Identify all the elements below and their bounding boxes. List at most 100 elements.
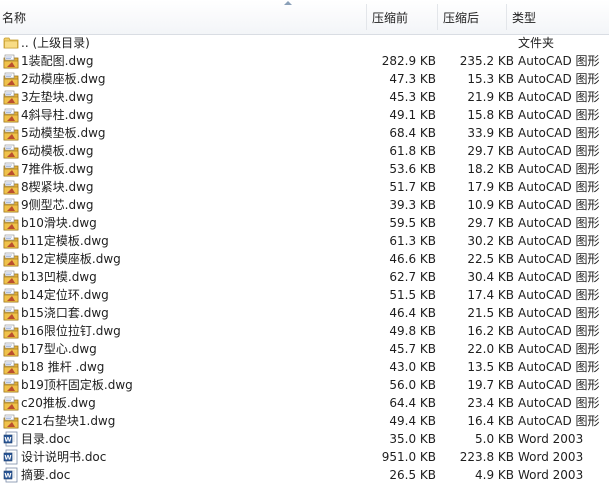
table-row[interactable]: b11定模板.dwg 61.3 KB 30.2 KB AutoCAD 图形 [0,232,609,250]
file-name: 5动模垫板.dwg [21,126,106,140]
compressed-size: 18.2 KB [467,162,514,176]
file-name: b14定位环.dwg [21,288,109,302]
original-size: 61.8 KB [389,144,436,158]
table-row[interactable]: 4斜导柱.dwg 49.1 KB 15.8 KB AutoCAD 图形 [0,106,609,124]
file-type: AutoCAD 图形 [518,378,600,392]
dwg-file-icon [3,143,19,159]
table-row[interactable]: 9侧型芯.dwg 39.3 KB 10.9 KB AutoCAD 图形 [0,196,609,214]
dwg-file-icon [3,89,19,105]
dwg-file-icon [3,413,19,429]
table-row[interactable]: W 摘要.doc 26.5 KB 4.9 KB Word 2003 [0,466,609,484]
svg-text:W: W [4,436,11,444]
file-type: Word 2003 [518,450,584,464]
dwg-file-icon [3,125,19,141]
column-divider[interactable] [506,4,507,30]
table-row[interactable]: b15浇口套.dwg 46.4 KB 21.5 KB AutoCAD 图形 [0,304,609,322]
table-row[interactable]: b12定模座板.dwg 46.6 KB 22.5 KB AutoCAD 图形 [0,250,609,268]
table-row[interactable]: W 目录.doc 35.0 KB 5.0 KB Word 2003 [0,430,609,448]
column-header-original-size[interactable]: 压缩前 [372,10,408,26]
file-name: b19顶杆固定板.dwg [21,378,133,392]
table-row[interactable]: b17型心.dwg 45.7 KB 22.0 KB AutoCAD 图形 [0,340,609,358]
file-type: AutoCAD 图形 [518,180,600,194]
table-row[interactable]: 3左垫块.dwg 45.3 KB 21.9 KB AutoCAD 图形 [0,88,609,106]
file-name: b16限位拉钉.dwg [21,324,121,338]
compressed-size: 235.2 KB [459,54,514,68]
file-name: b18 推杆 .dwg [21,360,105,374]
table-row[interactable]: b10滑块.dwg 59.5 KB 29.7 KB AutoCAD 图形 [0,214,609,232]
dwg-file-icon [3,197,19,213]
file-type: AutoCAD 图形 [518,234,600,248]
file-name: b11定模板.dwg [21,234,109,248]
dwg-file-icon [3,233,19,249]
dwg-file-icon [3,251,19,267]
table-row[interactable]: b18 推杆 .dwg 43.0 KB 13.5 KB AutoCAD 图形 [0,358,609,376]
original-size: 45.3 KB [389,90,436,104]
dwg-file-icon [3,395,19,411]
file-name: 8楔紧块.dwg [21,180,94,194]
compressed-size: 17.9 KB [467,180,514,194]
file-type: AutoCAD 图形 [518,396,600,410]
dwg-file-icon [3,323,19,339]
original-size: 51.5 KB [389,288,436,302]
column-divider[interactable] [437,4,438,30]
column-header-bar: 名称 压缩前 压缩后 类型 [0,0,609,35]
table-row[interactable]: c21右垫块1.dwg 49.4 KB 16.4 KB AutoCAD 图形 [0,412,609,430]
compressed-size: 29.7 KB [467,216,514,230]
dwg-file-icon [3,161,19,177]
svg-text:W: W [4,472,11,480]
dwg-file-icon [3,341,19,357]
table-row[interactable]: b16限位拉钉.dwg 49.8 KB 16.2 KB AutoCAD 图形 [0,322,609,340]
table-row[interactable]: W 设计说明书.doc 951.0 KB 223.8 KB Word 2003 [0,448,609,466]
file-name: 2动模座板.dwg [21,72,106,86]
compressed-size: 5.0 KB [475,432,514,446]
compressed-size: 17.4 KB [467,288,514,302]
original-size: 62.7 KB [389,270,436,284]
table-row[interactable]: 5动模垫板.dwg 68.4 KB 33.9 KB AutoCAD 图形 [0,124,609,142]
table-row[interactable]: 1装配图.dwg 282.9 KB 235.2 KB AutoCAD 图形 [0,52,609,70]
compressed-size: 223.8 KB [459,450,514,464]
table-row[interactable]: 7推件板.dwg 53.6 KB 18.2 KB AutoCAD 图形 [0,160,609,178]
file-name: 4斜导柱.dwg [21,108,94,122]
column-header-compressed-size[interactable]: 压缩后 [443,10,479,26]
file-name: b12定模座板.dwg [21,252,121,266]
original-size: 49.1 KB [389,108,436,122]
file-type: AutoCAD 图形 [518,126,600,140]
file-type: AutoCAD 图形 [518,144,600,158]
compressed-size: 4.9 KB [475,468,514,482]
file-name: 3左垫块.dwg [21,90,94,104]
compressed-size: 23.4 KB [467,396,514,410]
column-header-type[interactable]: 类型 [512,10,536,26]
file-type: Word 2003 [518,468,584,482]
table-row[interactable]: b13凹模.dwg 62.7 KB 30.4 KB AutoCAD 图形 [0,268,609,286]
compressed-size: 19.7 KB [467,378,514,392]
file-type: AutoCAD 图形 [518,342,600,356]
file-type: AutoCAD 图形 [518,252,600,266]
dwg-file-icon [3,377,19,393]
folder-icon [3,35,19,51]
dwg-file-icon [3,269,19,285]
table-row[interactable]: 2动模座板.dwg 47.3 KB 15.3 KB AutoCAD 图形 [0,70,609,88]
compressed-size: 16.4 KB [467,414,514,428]
original-size: 46.4 KB [389,306,436,320]
file-name: b10滑块.dwg [21,216,97,230]
column-divider[interactable] [366,4,367,30]
compressed-size: 33.9 KB [467,126,514,140]
file-type: AutoCAD 图形 [518,72,600,86]
table-row[interactable]: b19顶杆固定板.dwg 56.0 KB 19.7 KB AutoCAD 图形 [0,376,609,394]
column-header-name[interactable]: 名称 [2,10,26,26]
svg-text:W: W [4,454,11,462]
table-row[interactable]: b14定位环.dwg 51.5 KB 17.4 KB AutoCAD 图形 [0,286,609,304]
table-row[interactable]: 6动模板.dwg 61.8 KB 29.7 KB AutoCAD 图形 [0,142,609,160]
file-name: b17型心.dwg [21,342,97,356]
original-size: 68.4 KB [389,126,436,140]
original-size: 43.0 KB [389,360,436,374]
table-row[interactable]: 8楔紧块.dwg 51.7 KB 17.9 KB AutoCAD 图形 [0,178,609,196]
table-row[interactable]: c20推板.dwg 64.4 KB 23.4 KB AutoCAD 图形 [0,394,609,412]
original-size: 49.4 KB [389,414,436,428]
original-size: 951.0 KB [381,450,436,464]
file-name: c20推板.dwg [21,396,96,410]
compressed-size: 21.9 KB [467,90,514,104]
original-size: 47.3 KB [389,72,436,86]
compressed-size: 16.2 KB [467,324,514,338]
table-row[interactable]: .. (上级目录) 文件夹 [0,34,609,52]
